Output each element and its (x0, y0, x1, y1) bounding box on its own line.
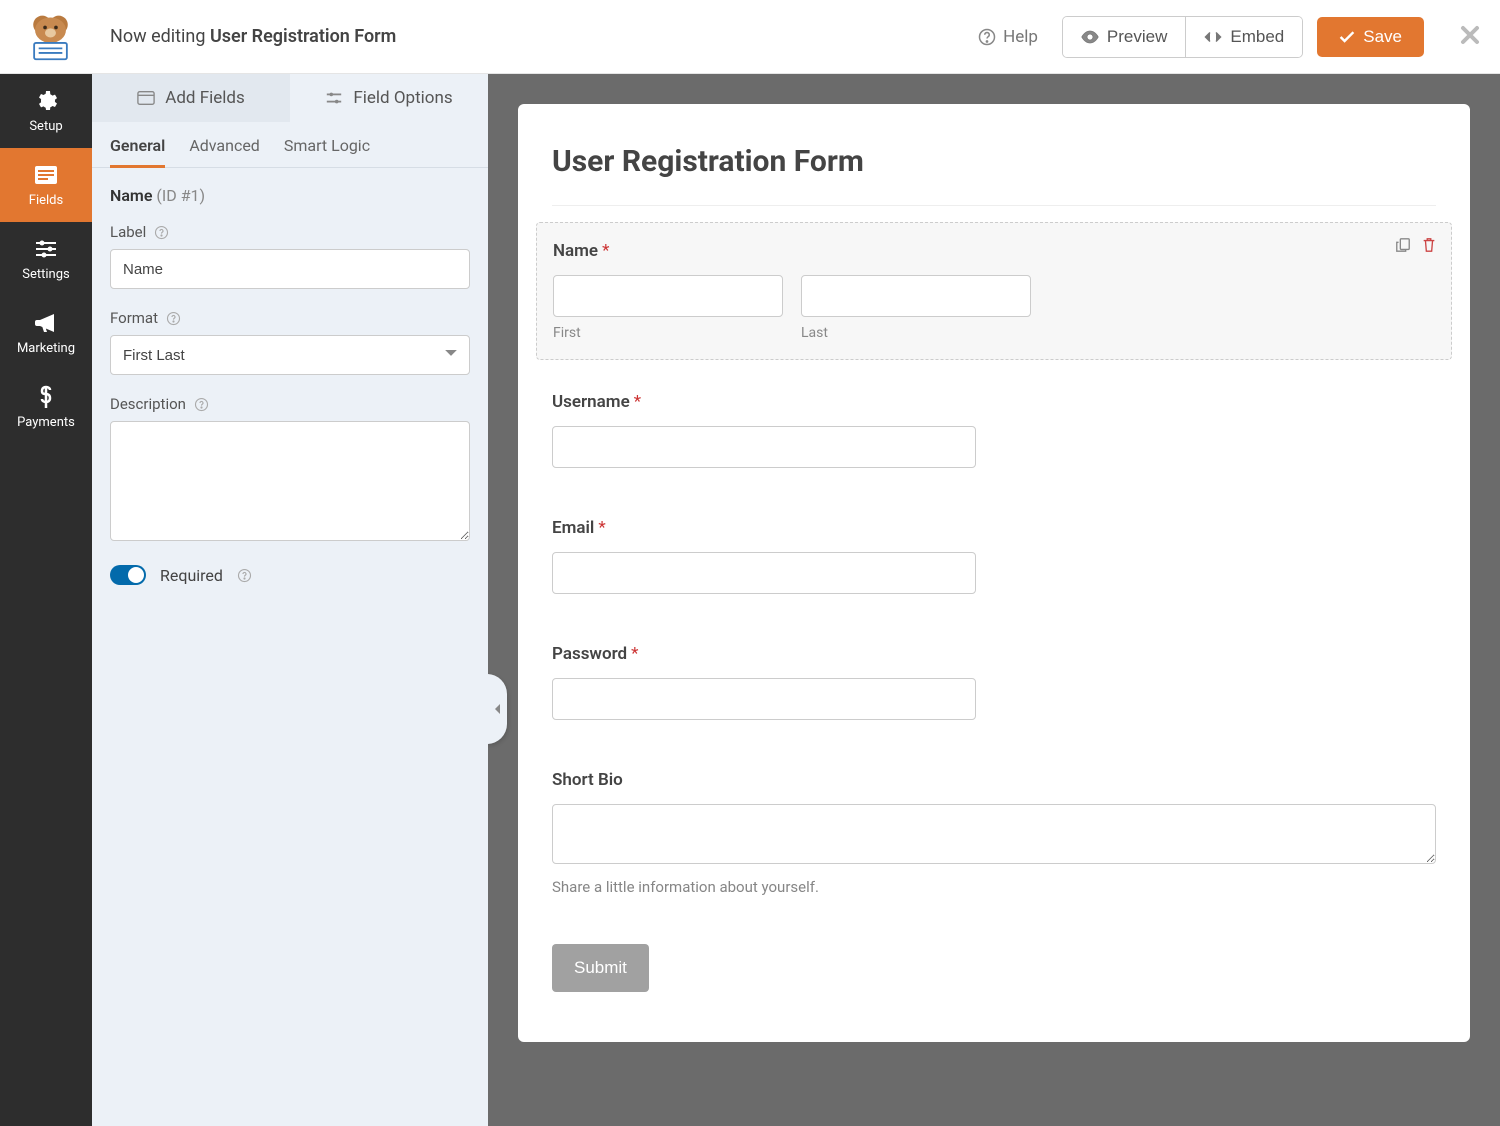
description-textarea[interactable] (110, 421, 470, 541)
description-label: Description (110, 395, 470, 413)
help-small-icon[interactable] (237, 568, 252, 583)
preview-button[interactable]: Preview (1063, 17, 1185, 57)
divider (552, 205, 1436, 206)
rail-payments[interactable]: Payments (0, 370, 92, 444)
bio-description: Share a little information about yoursel… (552, 878, 1436, 896)
last-name-input[interactable] (801, 275, 1031, 317)
field-bio-label: Short Bio (552, 770, 1436, 790)
sliders-icon (34, 237, 58, 261)
help-small-icon[interactable] (154, 225, 169, 240)
editing-title: Now editing User Registration Form (110, 26, 396, 47)
first-sublabel: First (553, 325, 783, 341)
editing-prefix: Now editing (110, 26, 205, 47)
description-row: Description (110, 395, 470, 545)
field-heading-name: Name (110, 186, 152, 205)
embed-label: Embed (1230, 27, 1284, 47)
window-icon (137, 90, 155, 106)
bio-textarea[interactable] (552, 804, 1436, 864)
format-select[interactable] (110, 335, 470, 375)
app-logo (20, 12, 80, 62)
sidebar-rail: Setup Fields Settings Marketing Payments (0, 74, 92, 1126)
username-input[interactable] (552, 426, 976, 468)
rail-marketing-label: Marketing (17, 341, 75, 356)
last-sublabel: Last (801, 325, 1031, 341)
required-label: Required (160, 566, 223, 585)
help-small-icon[interactable] (194, 397, 209, 412)
label-label: Label (110, 223, 470, 241)
field-password-label: Password* (552, 644, 1436, 664)
form-icon (34, 163, 58, 187)
collapse-handle[interactable] (488, 674, 507, 744)
dollar-icon (34, 385, 58, 409)
megaphone-icon (34, 311, 58, 335)
preview-embed-group: Preview Embed (1062, 16, 1303, 58)
eye-icon (1081, 29, 1099, 45)
field-heading: Name (ID #1) (110, 186, 470, 205)
format-row: Format (110, 309, 470, 375)
email-input[interactable] (552, 552, 976, 594)
subtabs: General Advanced Smart Logic (92, 122, 488, 168)
help-link[interactable]: Help (968, 19, 1048, 55)
field-name[interactable]: Name* First Last (536, 222, 1452, 360)
field-bio[interactable]: Short Bio Share a little information abo… (536, 752, 1452, 914)
subtab-smart-logic[interactable]: Smart Logic (284, 136, 370, 167)
top-header: Now editing User Registration Form Help … (0, 0, 1500, 74)
save-label: Save (1363, 27, 1402, 47)
page-title: User Registration Form (552, 144, 1436, 179)
rail-marketing[interactable]: Marketing (0, 296, 92, 370)
tab-field-options[interactable]: Field Options (290, 74, 488, 122)
check-icon (1339, 30, 1355, 44)
label-row: Label (110, 223, 470, 289)
trash-icon[interactable] (1421, 237, 1437, 253)
help-icon (978, 28, 996, 46)
help-small-icon[interactable] (166, 311, 181, 326)
field-actions (1395, 237, 1437, 253)
field-username[interactable]: Username* (536, 374, 1452, 486)
subtab-advanced[interactable]: Advanced (189, 136, 260, 167)
panel-tabs: Add Fields Field Options (92, 74, 488, 122)
preview-label: Preview (1107, 27, 1167, 47)
form-title: User Registration Form (210, 26, 396, 47)
first-name-input[interactable] (553, 275, 783, 317)
code-icon (1204, 29, 1222, 45)
format-label: Format (110, 309, 470, 327)
tab-field-options-label: Field Options (353, 88, 452, 108)
preview-canvas: User Registration Form Name* First (488, 74, 1500, 1126)
panel-body: Name (ID #1) Label Format (92, 168, 488, 603)
required-row: Required (110, 565, 470, 585)
field-email-label: Email* (552, 518, 1436, 538)
close-icon (1460, 25, 1480, 45)
side-panel: Add Fields Field Options General Advance… (92, 74, 488, 1126)
field-email[interactable]: Email* (536, 500, 1452, 612)
subtab-general[interactable]: General (110, 136, 165, 167)
label-input[interactable] (110, 249, 470, 289)
rail-settings[interactable]: Settings (0, 222, 92, 296)
field-name-label: Name* (553, 241, 1435, 261)
required-toggle[interactable] (110, 565, 146, 585)
rail-fields[interactable]: Fields (0, 148, 92, 222)
rail-setup[interactable]: Setup (0, 74, 92, 148)
sliders-small-icon (325, 90, 343, 106)
tab-add-fields[interactable]: Add Fields (92, 74, 290, 122)
help-label: Help (1003, 27, 1038, 47)
field-heading-id: (ID #1) (156, 186, 205, 205)
rail-setup-label: Setup (29, 119, 62, 134)
form-preview: User Registration Form Name* First (518, 104, 1470, 1042)
top-actions: Help Preview Embed Save (968, 16, 1480, 58)
field-username-label: Username* (552, 392, 1436, 412)
submit-button[interactable]: Submit (552, 944, 649, 992)
gear-icon (34, 89, 58, 113)
password-input[interactable] (552, 678, 976, 720)
duplicate-icon[interactable] (1395, 237, 1411, 253)
close-button[interactable] (1460, 25, 1480, 49)
save-button[interactable]: Save (1317, 17, 1424, 57)
rail-fields-label: Fields (29, 193, 63, 208)
tab-add-fields-label: Add Fields (165, 88, 245, 108)
field-password[interactable]: Password* (536, 626, 1452, 738)
embed-button[interactable]: Embed (1185, 17, 1302, 57)
chevron-left-icon (492, 703, 502, 715)
rail-settings-label: Settings (22, 267, 69, 282)
rail-payments-label: Payments (17, 415, 75, 430)
